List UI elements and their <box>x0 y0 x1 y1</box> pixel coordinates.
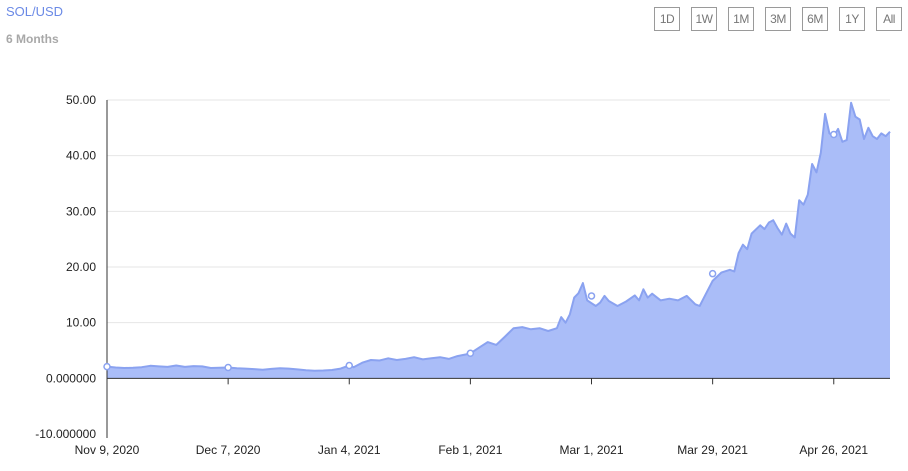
data-point-marker <box>466 349 475 358</box>
price-chart: 50.00 40.00 30.00 20.00 10.00 0.000000 -10.000… <box>35 93 891 457</box>
data-point-marker <box>103 362 111 371</box>
y-tick-label: 10.00 <box>66 316 96 330</box>
x-tick-label: Feb 1, 2021 <box>438 443 502 457</box>
data-point-marker <box>345 361 354 370</box>
price-area-fill <box>107 102 890 379</box>
x-tick-label: Mar 29, 2021 <box>677 443 748 457</box>
y-tick-label: 0.000000 <box>46 371 96 385</box>
x-tick-label: Apr 26, 2021 <box>799 443 868 457</box>
y-tick-label: 50.00 <box>66 93 96 107</box>
price-area <box>106 101 891 379</box>
x-tick-label: Dec 7, 2020 <box>196 443 261 457</box>
x-tick-label: Nov 9, 2020 <box>75 443 140 457</box>
y-tick-label: 30.00 <box>66 204 96 218</box>
x-tick-label: Mar 1, 2021 <box>559 443 623 457</box>
y-tick-label: 20.00 <box>66 260 96 274</box>
data-point-marker <box>587 292 596 300</box>
data-point-marker <box>224 363 232 372</box>
data-point-marker <box>708 269 717 278</box>
y-tick-label: -10.000000 <box>35 427 96 441</box>
data-point-marker <box>830 130 838 139</box>
y-tick-label: 40.00 <box>66 149 96 163</box>
x-tick-label: Jan 4, 2021 <box>318 443 381 457</box>
